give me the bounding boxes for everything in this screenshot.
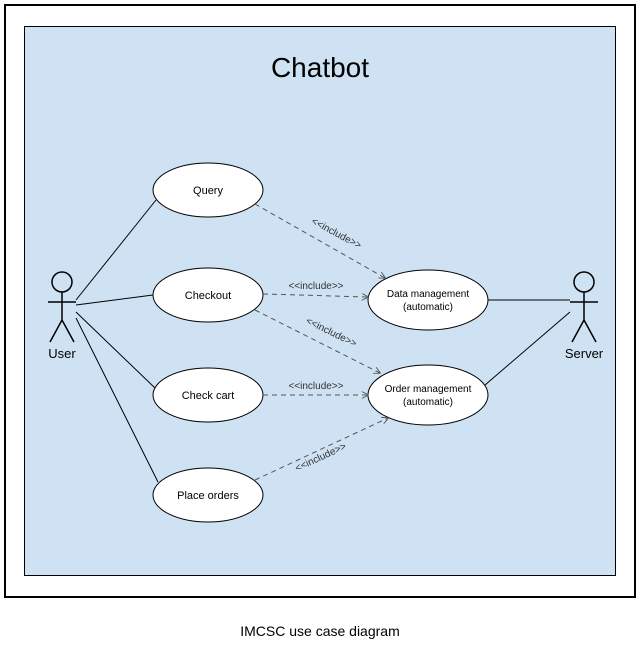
svg-text:<<include>>: <<include>>: [309, 216, 363, 252]
svg-text:<<include>>: <<include>>: [288, 281, 343, 292]
svg-text:Place orders: Place orders: [177, 490, 239, 502]
svg-text:Check cart: Check cart: [182, 390, 235, 402]
svg-text:Query: Query: [193, 185, 223, 197]
svg-text:(automatic): (automatic): [403, 302, 453, 313]
svg-text:<<include>>: <<include>>: [288, 381, 343, 392]
svg-text:Order management: Order management: [385, 384, 472, 395]
assoc-user-checkcart: [76, 312, 155, 388]
usecase-check-cart: Check cart: [153, 368, 263, 422]
include-query-to-data: <<include>>: [255, 204, 385, 278]
svg-text:(automatic): (automatic): [403, 397, 453, 408]
svg-text:<<include>>: <<include>>: [294, 441, 349, 474]
usecase-order-management: Order management (automatic): [368, 365, 488, 425]
svg-text:<<include>>: <<include>>: [304, 316, 358, 350]
include-checkout-to-order: <<include>>: [255, 310, 380, 373]
assoc-user-query: [76, 200, 156, 300]
usecase-data-management: Data management (automatic): [368, 270, 488, 330]
include-placeorders-to-order: <<include>>: [255, 418, 388, 480]
assoc-user-placeorders: [76, 318, 158, 482]
include-checkout-to-data: <<include>>: [263, 281, 368, 297]
usecase-checkout: Checkout: [153, 268, 263, 322]
actor-server-label: Server: [565, 346, 604, 361]
usecase-diagram-svg: User Server Query Checkout Check cart Pl…: [0, 0, 640, 610]
assoc-user-checkout: [76, 295, 153, 305]
actor-server: Server: [565, 272, 604, 361]
actor-user-label: User: [48, 346, 76, 361]
usecase-place-orders: Place orders: [153, 468, 263, 522]
figure-caption: IMCSC use case diagram: [0, 623, 640, 639]
actor-user: User: [48, 272, 76, 361]
include-checkcart-to-order: <<include>>: [263, 381, 368, 395]
svg-text:Data management: Data management: [387, 289, 469, 300]
assoc-server-order: [485, 312, 570, 385]
usecase-query: Query: [153, 163, 263, 217]
svg-text:Checkout: Checkout: [185, 290, 231, 302]
